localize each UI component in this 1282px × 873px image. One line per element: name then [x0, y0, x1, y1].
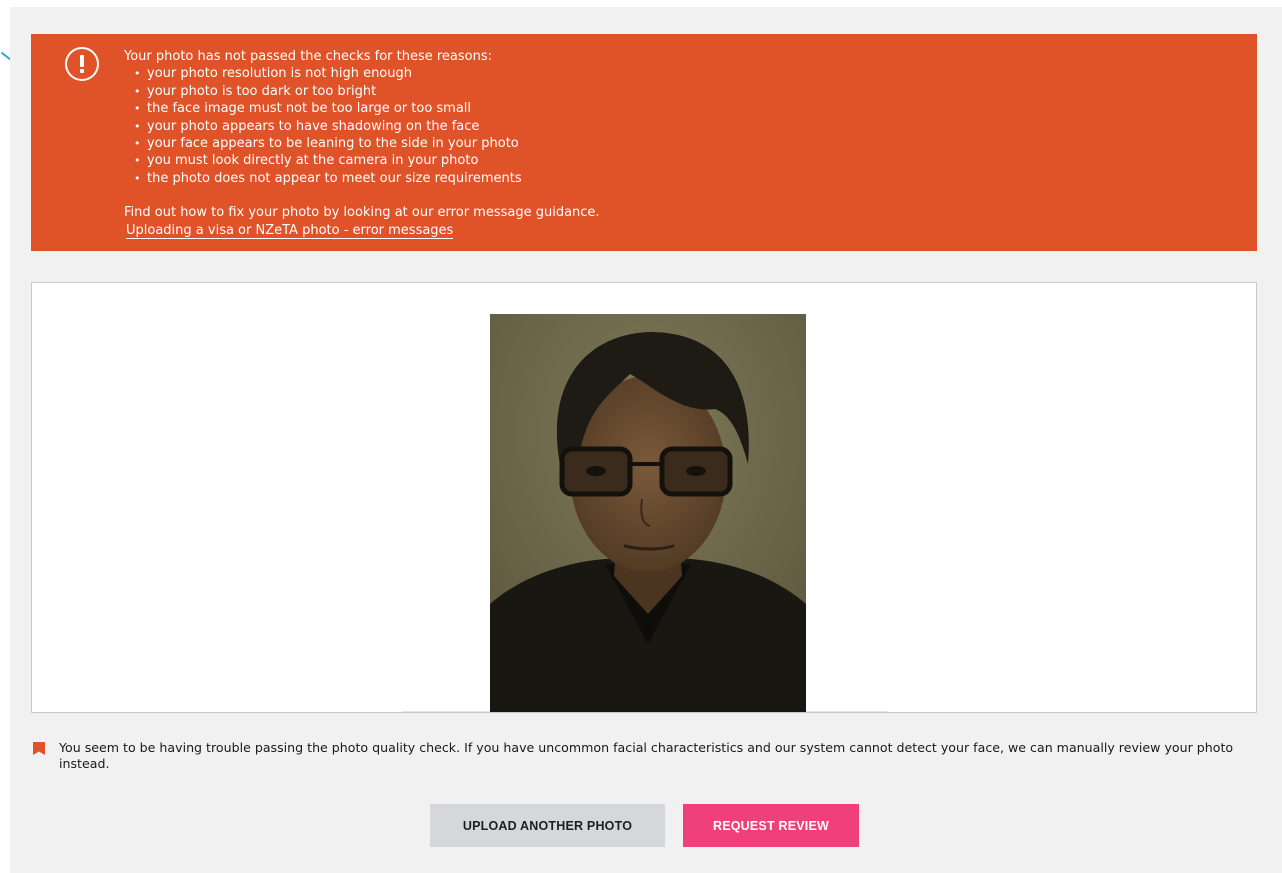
reason-list: your photo resolution is not high enough… [124, 65, 884, 187]
reason-item: your photo is too dark or too bright [124, 83, 884, 101]
alert-circle-icon [65, 47, 99, 81]
reason-item: the face image must not be too large or … [124, 100, 884, 118]
reason-item: the photo does not appear to meet our si… [124, 170, 884, 188]
reason-item: you must look directly at the camera in … [124, 152, 884, 170]
request-review-button[interactable]: REQUEST REVIEW [683, 804, 859, 847]
manual-review-text: You seem to be having trouble passing th… [59, 740, 1234, 771]
upload-another-photo-button[interactable]: UPLOAD ANOTHER PHOTO [430, 804, 665, 847]
reason-item: your face appears to be leaning to the s… [124, 135, 884, 153]
reason-item: your photo appears to have shadowing on … [124, 118, 884, 136]
error-intro: Your photo has not passed the checks for… [124, 49, 493, 64]
reason-item: your photo resolution is not high enough [124, 65, 884, 83]
error-message: Your photo has not passed the checks for… [124, 48, 884, 239]
photo-preview [31, 282, 1257, 713]
fix-guidance-text: Find out how to fix your photo by lookin… [124, 205, 600, 221]
flag-icon [33, 742, 45, 755]
error-messages-link[interactable]: Uploading a visa or NZeTA photo - error … [126, 223, 454, 239]
uploaded-photo [490, 314, 806, 712]
